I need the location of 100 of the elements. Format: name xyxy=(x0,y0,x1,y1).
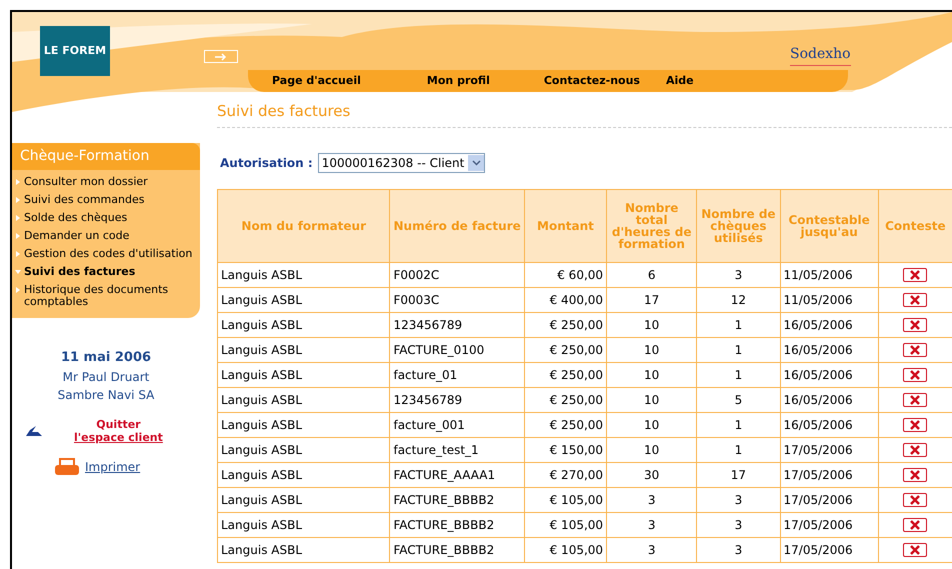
table-cell: 17/05/2006 xyxy=(780,537,878,562)
table-cell: 1 xyxy=(696,337,780,362)
table-cell: 10 xyxy=(606,312,697,337)
column-header: Numéro de facture xyxy=(390,189,524,262)
table-cell: Languis ASBL xyxy=(218,262,390,287)
dropdown-icon xyxy=(468,154,484,170)
nav-link[interactable]: Aide xyxy=(666,72,694,90)
sidebar-item[interactable]: Consulter mon dossier xyxy=(12,176,200,188)
bullet-icon xyxy=(15,251,21,257)
close-icon xyxy=(909,370,922,380)
table-cell: 17/05/2006 xyxy=(780,437,878,462)
table-cell: 3 xyxy=(696,262,780,287)
table-cell: 123456789 xyxy=(390,387,524,412)
exit-icon xyxy=(24,424,44,438)
company-name: Sambre Navi SA xyxy=(58,386,154,404)
table-cell: 16/05/2006 xyxy=(780,362,878,387)
table-cell: 10 xyxy=(606,362,697,387)
bullet-icon xyxy=(15,287,21,293)
table-cell: 17/05/2006 xyxy=(780,512,878,537)
authorization-select[interactable]: 100000162308 -- Client xyxy=(318,152,486,172)
table-cell: 3 xyxy=(696,512,780,537)
table-cell: 3 xyxy=(606,537,697,562)
table-cell: 30 xyxy=(606,462,697,487)
table-cell: Languis ASBL xyxy=(218,362,390,387)
table-cell: € 105,00 xyxy=(524,537,607,562)
table-cell: € 270,00 xyxy=(524,462,607,487)
table-cell: Languis ASBL xyxy=(218,287,390,312)
printer-icon xyxy=(54,458,80,476)
table-cell: Languis ASBL xyxy=(218,412,390,437)
close-icon xyxy=(909,545,922,556)
table-cell: 3 xyxy=(606,487,697,512)
sidebar-item[interactable]: Suivi des commandes xyxy=(12,194,200,206)
table-cell: FACTURE_BBBB2 xyxy=(390,537,524,562)
filter-label: Autorisation : xyxy=(220,154,313,172)
nav-link[interactable]: Contactez-nous xyxy=(544,72,640,90)
close-icon xyxy=(909,270,922,280)
table-cell: 3 xyxy=(606,512,697,537)
close-icon xyxy=(909,295,922,306)
bullet-icon xyxy=(15,179,21,185)
table-cell: Languis ASBL xyxy=(218,437,390,462)
table-cell: 10 xyxy=(606,437,697,462)
sidebar-item[interactable]: Suivi des factures xyxy=(12,266,200,278)
table-cell: 5 xyxy=(696,387,780,412)
table-cell: 11/05/2006 xyxy=(780,262,878,287)
column-header: Nom du formateur xyxy=(218,189,390,262)
column-header: Contestable jusqu'au xyxy=(780,189,878,262)
contest-button[interactable] xyxy=(903,268,928,282)
contest-button[interactable] xyxy=(903,368,928,382)
contest-button[interactable] xyxy=(903,443,928,458)
forem-logo[interactable]: LE FOREM xyxy=(40,26,110,76)
sidebar-item[interactable]: Gestion des codes d'utilisation xyxy=(12,248,200,260)
table-cell: 16/05/2006 xyxy=(780,387,878,412)
table-cell: 16/05/2006 xyxy=(780,337,878,362)
sidebar-item[interactable]: Historique des documents comptables xyxy=(12,284,200,308)
table-cell: € 60,00 xyxy=(524,262,607,287)
logout-link-text[interactable]: l'espace client xyxy=(74,430,163,444)
contest-button[interactable] xyxy=(903,543,928,558)
table-cell: 17 xyxy=(696,462,780,487)
contest-button[interactable] xyxy=(903,393,928,408)
sodexho-logo[interactable]: Sodexho xyxy=(790,44,851,66)
table-cell: € 150,00 xyxy=(524,437,607,462)
table-cell: 11/05/2006 xyxy=(780,287,878,312)
table-cell: 3 xyxy=(696,537,780,562)
table-cell: € 250,00 xyxy=(524,412,607,437)
column-header: Conteste xyxy=(878,189,952,262)
close-icon xyxy=(909,495,922,506)
logout-link[interactable]: Quitter l'espace client xyxy=(74,418,163,444)
sidebar-item[interactable]: Demander un code xyxy=(12,230,200,242)
contest-button[interactable] xyxy=(903,343,928,358)
close-icon xyxy=(909,445,922,456)
table-cell: 6 xyxy=(606,262,697,287)
table-cell: 10 xyxy=(606,412,697,437)
contest-button[interactable] xyxy=(903,518,928,532)
table-cell: facture_01 xyxy=(390,362,524,387)
bullet-icon xyxy=(15,215,21,221)
table-cell: € 250,00 xyxy=(524,387,607,412)
close-icon xyxy=(909,470,922,480)
table-cell: Languis ASBL xyxy=(218,487,390,512)
contest-button[interactable] xyxy=(903,318,928,332)
column-header: Nombre de chèques utilisés xyxy=(696,189,780,262)
table-cell: 16/05/2006 xyxy=(780,312,878,337)
contest-button[interactable] xyxy=(903,493,928,508)
table-cell: FACTURE_0100 xyxy=(390,337,524,362)
contest-button[interactable] xyxy=(903,418,928,432)
contest-button[interactable] xyxy=(903,293,928,308)
sidebar-item[interactable]: Solde des chèques xyxy=(12,212,200,224)
close-icon xyxy=(909,395,922,406)
contest-button[interactable] xyxy=(903,468,928,482)
print-link[interactable]: Imprimer xyxy=(85,458,140,476)
table-cell: Languis ASBL xyxy=(218,337,390,362)
nav-link[interactable]: Page d'accueil xyxy=(272,72,361,90)
bullet-icon xyxy=(15,269,21,275)
table-cell: Languis ASBL xyxy=(218,462,390,487)
close-icon xyxy=(909,420,922,430)
table-cell: 10 xyxy=(606,337,697,362)
table-cell: € 400,00 xyxy=(524,287,607,312)
table-cell: 12 xyxy=(696,287,780,312)
column-header: Montant xyxy=(524,189,607,262)
nav-link[interactable]: Mon profil xyxy=(426,72,490,90)
table-cell: F0002C xyxy=(390,262,524,287)
